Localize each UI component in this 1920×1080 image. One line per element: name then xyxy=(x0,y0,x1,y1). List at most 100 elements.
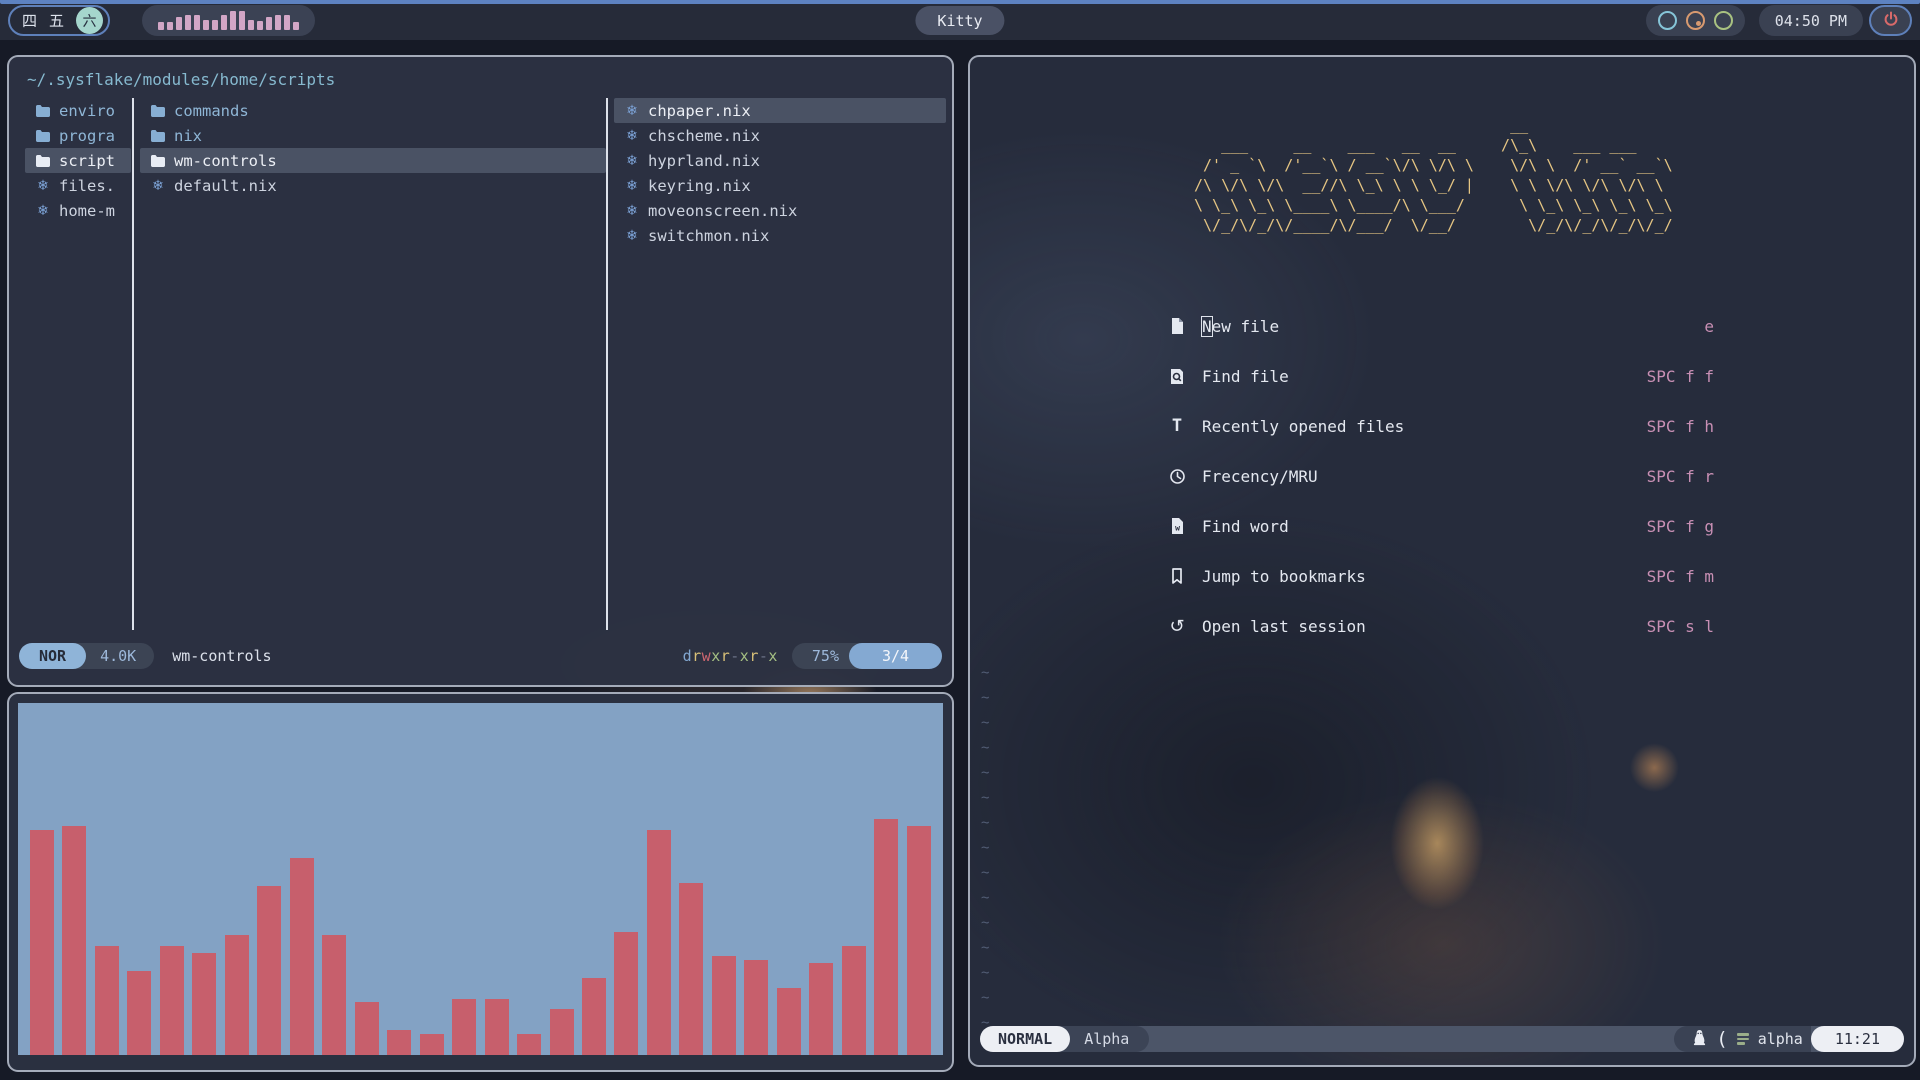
recent-files-icon: T xyxy=(1166,416,1188,436)
spectrum-bar xyxy=(582,978,606,1055)
menu-item-open-last-session[interactable]: ↺Open last sessionSPC s l xyxy=(970,601,1914,651)
desktop: 四五六 Kitty 04:50 PM ~/.sysflake/modules/h… xyxy=(0,0,1920,1080)
spectrum-bar xyxy=(387,1030,411,1055)
menu-item-shortcut: SPC f g xyxy=(1647,517,1714,536)
file-row-default.nix[interactable]: ❄default.nix xyxy=(140,173,606,198)
column-separator xyxy=(132,98,134,630)
file-name: script xyxy=(59,152,115,170)
tilde-marker: ~ xyxy=(981,811,989,836)
spectrum-bar xyxy=(550,1009,574,1055)
file-row-files.[interactable]: ❄files. xyxy=(25,173,131,198)
power-button[interactable] xyxy=(1869,5,1912,36)
spectrum-bar xyxy=(874,819,898,1055)
tilde-marker: ~ xyxy=(981,886,989,911)
file-row-enviro[interactable]: enviro xyxy=(25,98,131,123)
menu-item-shortcut: SPC s l xyxy=(1647,617,1714,636)
spectrum-bar xyxy=(160,946,184,1055)
file-name: progra xyxy=(59,127,115,145)
top-bar: 四五六 Kitty 04:50 PM xyxy=(0,0,1920,40)
menu-item-find-file[interactable]: Find fileSPC f f xyxy=(970,351,1914,401)
topbar-audio-visualizer xyxy=(142,5,315,36)
nix-snowflake-icon: ❄ xyxy=(34,204,52,218)
spectrum-bar xyxy=(485,999,509,1055)
file-row-home-m[interactable]: ❄home-m xyxy=(25,198,131,223)
spectrum-bar xyxy=(907,826,931,1055)
file-row-nix[interactable]: nix xyxy=(140,123,606,148)
spectrum-bar xyxy=(777,988,801,1055)
tilde-marker: ~ xyxy=(981,961,989,986)
menu-item-shortcut: SPC f f xyxy=(1647,367,1714,386)
frecency-icon xyxy=(1166,468,1188,485)
file-row-chpaper.nix[interactable]: ❄ chpaper.nix xyxy=(614,98,946,123)
cyan-circle-icon[interactable] xyxy=(1658,11,1677,30)
topbar-viz-bar xyxy=(176,17,182,30)
parent-directory-column: enviro progra script ❄files.❄home-m xyxy=(25,98,131,223)
clock: 04:50 PM xyxy=(1759,5,1863,36)
workspace-五[interactable]: 五 xyxy=(49,10,64,31)
file-permissions: drwxr-xr-x xyxy=(683,647,778,665)
topbar-viz-bar xyxy=(230,11,236,30)
spectrum-bar xyxy=(95,946,119,1055)
spectrum-bar xyxy=(842,946,866,1055)
file-row-script[interactable]: script xyxy=(25,148,131,173)
file-row-progra[interactable]: progra xyxy=(25,123,131,148)
file-name: commands xyxy=(174,102,249,120)
menu-item-new-file[interactable]: New filee xyxy=(970,301,1914,351)
spectrum-bar xyxy=(257,886,281,1055)
menu-item-shortcut: SPC f r xyxy=(1647,467,1714,486)
file-row-keyring.nix[interactable]: ❄keyring.nix xyxy=(614,173,946,198)
current-directory-column: commands nixwm-controls❄default.nix xyxy=(140,98,606,198)
file-name: enviro xyxy=(59,102,115,120)
cursor-position: 3/4 xyxy=(849,643,942,669)
file-row-hyprland.nix[interactable]: ❄hyprland.nix xyxy=(614,148,946,173)
selected-file-name: wm-controls xyxy=(172,647,271,665)
file-row-moveonscreen.nix[interactable]: ❄moveonscreen.nix xyxy=(614,198,946,223)
nix-snowflake-icon: ❄ xyxy=(34,179,52,193)
menu-item-jump-to-bookmarks[interactable]: Jump to bookmarksSPC f m xyxy=(970,551,1914,601)
file-name: chpaper.nix xyxy=(648,102,751,120)
menu-item-find-word[interactable]: wFind wordSPC f g xyxy=(970,501,1914,551)
top-accent-line xyxy=(0,0,1920,4)
tilde-marker: ~ xyxy=(981,911,989,936)
nix-snowflake-icon: ❄ xyxy=(623,154,641,168)
topbar-viz-bar xyxy=(203,20,209,30)
nix-snowflake-icon: ❄ xyxy=(623,204,641,218)
topbar-viz-bar xyxy=(194,15,200,30)
menu-item-recently-opened-files[interactable]: TRecently opened filesSPC f h xyxy=(970,401,1914,451)
menu-item-label: Find word xyxy=(1202,517,1289,536)
topbar-viz-bar xyxy=(248,20,254,30)
spectrum-bar xyxy=(647,830,671,1055)
topbar-viz-bar xyxy=(167,22,173,30)
file-row-commands[interactable]: commands xyxy=(140,98,606,123)
system-tray xyxy=(1646,5,1745,36)
empty-buffer-tildes: ~~~~~~~~~~~~~~~ xyxy=(981,661,989,1036)
statusline-clock: 11:21 xyxy=(1811,1026,1904,1052)
separator-paren: ( xyxy=(1716,1028,1727,1050)
folder-icon xyxy=(149,129,167,143)
bookmarks-icon xyxy=(1166,567,1188,585)
new-file-icon xyxy=(1166,317,1188,335)
spectrum-bar xyxy=(192,953,216,1055)
workspace-四[interactable]: 四 xyxy=(22,10,37,31)
menu-item-frecency-mru[interactable]: Frecency/MRUSPC f r xyxy=(970,451,1914,501)
workspace-六[interactable]: 六 xyxy=(76,7,103,34)
nix-snowflake-icon: ❄ xyxy=(623,104,641,118)
spectrum-bar xyxy=(744,960,768,1055)
spectrum-bar xyxy=(322,935,346,1055)
column-separator xyxy=(606,98,608,630)
workspace-switcher: 四五六 xyxy=(8,5,110,36)
file-row-wm-controls[interactable]: wm-controls xyxy=(140,148,606,173)
file-row-chscheme.nix[interactable]: ❄chscheme.nix xyxy=(614,123,946,148)
menu-item-shortcut: SPC f h xyxy=(1647,417,1714,436)
spectrum-bar xyxy=(290,858,314,1055)
tilde-marker: ~ xyxy=(981,686,989,711)
green-circle-icon[interactable] xyxy=(1714,11,1733,30)
orange-circle-icon[interactable] xyxy=(1686,11,1705,30)
file-row-switchmon.nix[interactable]: ❄switchmon.nix xyxy=(614,223,946,248)
file-name: switchmon.nix xyxy=(648,227,769,245)
file-name: keyring.nix xyxy=(648,177,751,195)
spectrum-bar xyxy=(30,830,54,1055)
spectrum-bar xyxy=(127,971,151,1055)
spectrum-bar xyxy=(517,1034,541,1055)
tilde-marker: ~ xyxy=(981,836,989,861)
